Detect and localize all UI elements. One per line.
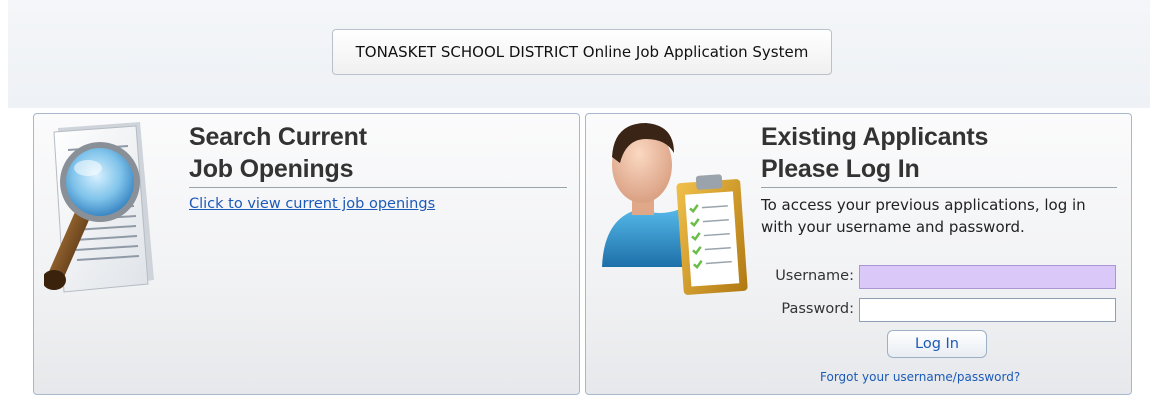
search-heading-line2: Job Openings — [189, 155, 354, 183]
applicant-clipboard-icon — [602, 123, 748, 295]
search-heading-divider — [189, 187, 567, 188]
login-description-line1: To access your previous applications, lo… — [761, 196, 1086, 214]
view-job-openings-link[interactable]: Click to view current job openings — [189, 196, 435, 212]
forgot-credentials-link[interactable]: Forgot your username/password? — [820, 370, 1020, 384]
search-heading-line1: Search Current — [189, 123, 367, 151]
password-label: Password: — [781, 301, 854, 317]
login-heading-line2: Please Log In — [761, 155, 920, 183]
login-button[interactable]: Log In — [887, 330, 987, 358]
login-description-line2: with your username and password. — [761, 218, 1025, 236]
magnifier-document-icon — [44, 122, 154, 293]
username-field[interactable] — [859, 265, 1116, 289]
login-heading-line1: Existing Applicants — [761, 123, 989, 151]
login-heading-divider — [761, 187, 1117, 188]
password-field[interactable] — [859, 298, 1116, 322]
username-label: Username: — [775, 268, 854, 284]
page-title: TONASKET SCHOOL DISTRICT Online Job Appl… — [332, 29, 832, 75]
